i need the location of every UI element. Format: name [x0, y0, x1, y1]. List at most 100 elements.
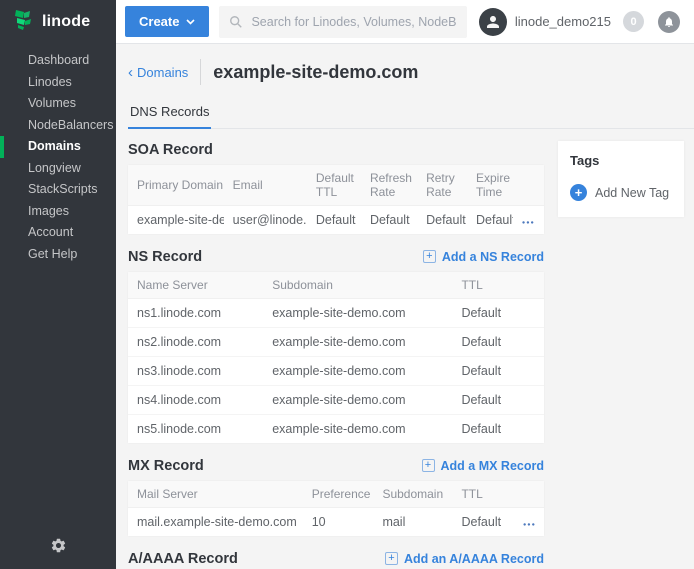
- row-actions-menu-button[interactable]: ●●●: [523, 522, 536, 528]
- ns-record-table: Name ServerSubdomainTTLns1.linode.comexa…: [128, 272, 544, 443]
- table-cell: user@linode.com: [224, 206, 307, 235]
- create-button[interactable]: Create: [125, 6, 209, 37]
- table-row: ns5.linode.comexample-site-demo.comDefau…: [128, 415, 544, 444]
- search-input[interactable]: [251, 15, 456, 29]
- sidebar-item-account[interactable]: Account: [0, 222, 116, 244]
- bell-icon: [663, 16, 675, 28]
- add-new-tag-button[interactable]: + Add New Tag: [570, 184, 672, 201]
- sidebar-item-domains[interactable]: Domains: [0, 136, 116, 158]
- mx-record-table: Mail ServerPreferenceSubdomainTTLmail.ex…: [128, 481, 544, 536]
- table-row: ns2.linode.comexample-site-demo.comDefau…: [128, 328, 544, 357]
- table-cell: example-site-demo.com: [263, 299, 452, 328]
- column-header: Name Server: [128, 272, 263, 299]
- ns-record-section: NS Record+Add a NS RecordName ServerSubd…: [128, 248, 544, 443]
- column-header: Retry Rate: [417, 165, 467, 206]
- create-button-label: Create: [139, 14, 179, 29]
- brand-name: linode: [42, 13, 90, 31]
- column-header: Mail Server: [128, 481, 303, 508]
- sidebar: linode DashboardLinodesVolumesNodeBalanc…: [0, 0, 116, 569]
- column-header: Email: [224, 165, 307, 206]
- table-cell: example-site-demo.com: [263, 415, 452, 444]
- table-cell: example-site-demo.com: [128, 206, 224, 235]
- table-cell: ns2.linode.com: [128, 328, 263, 357]
- section-title: A/AAAA Record: [128, 551, 238, 567]
- column-header-actions: [513, 165, 544, 206]
- column-header: TTL: [452, 272, 544, 299]
- mx-record-section: MX Record + Add a MX Record Mail ServerPref…: [128, 457, 544, 536]
- column-header-actions: [515, 481, 544, 508]
- table-cell: Default: [417, 206, 467, 235]
- table-cell: 10: [303, 508, 374, 537]
- breadcrumb-back-link[interactable]: ‹ Domains: [128, 65, 188, 80]
- row-actions-menu-button[interactable]: ●●●: [522, 220, 535, 226]
- add-new-tag-label: Add New Tag: [595, 186, 669, 200]
- chevron-left-icon: ‹: [128, 66, 133, 79]
- sidebar-item-images[interactable]: Images: [0, 201, 116, 223]
- soa-record-table: Primary DomainEmailDefault TTLRefresh Ra…: [128, 165, 544, 234]
- search-bar[interactable]: [219, 6, 466, 38]
- sidebar-item-get-help[interactable]: Get Help: [0, 244, 116, 266]
- table-cell: ns5.linode.com: [128, 415, 263, 444]
- column-header: Expire Time: [467, 165, 513, 206]
- user-menu[interactable]: linode_demo215: [479, 8, 611, 36]
- table-cell: Default: [452, 357, 544, 386]
- table-cell: Default: [452, 386, 544, 415]
- breadcrumb: ‹ Domains example-site-demo.com: [128, 58, 694, 86]
- table-row: ns1.linode.comexample-site-demo.comDefau…: [128, 299, 544, 328]
- page-title: example-site-demo.com: [213, 62, 418, 83]
- plus-circle-icon: +: [570, 184, 587, 201]
- sidebar-item-volumes[interactable]: Volumes: [0, 93, 116, 115]
- table-cell: example-site-demo.com: [263, 386, 452, 415]
- notification-count-badge[interactable]: 0: [623, 11, 644, 32]
- table-cell: ns1.linode.com: [128, 299, 263, 328]
- settings-gear-icon[interactable]: [0, 537, 116, 559]
- add-record-label: Add a MX Record: [441, 459, 545, 473]
- tab-dns-records[interactable]: DNS Records: [128, 98, 211, 129]
- breadcrumb-divider: [200, 59, 201, 85]
- sidebar-item-linodes[interactable]: Linodes: [0, 72, 116, 94]
- person-icon: [484, 13, 502, 31]
- section-title: NS Record: [128, 249, 202, 265]
- table-cell: ns3.linode.com: [128, 357, 263, 386]
- column-header: Default TTL: [307, 165, 361, 206]
- sidebar-item-dashboard[interactable]: Dashboard: [0, 50, 116, 72]
- column-header: Refresh Rate: [361, 165, 417, 206]
- notifications-bell-button[interactable]: [658, 11, 680, 33]
- add-ns-record-button[interactable]: +Add a NS Record: [423, 250, 544, 264]
- column-header: TTL: [452, 481, 514, 508]
- section-title: MX Record: [128, 458, 204, 474]
- tags-panel: Tags + Add New Tag: [558, 141, 684, 217]
- table-row: ns4.linode.comexample-site-demo.comDefau…: [128, 386, 544, 415]
- sidebar-item-stackscripts[interactable]: StackScripts: [0, 179, 116, 201]
- table-cell: mail.example-site-demo.com: [128, 508, 303, 537]
- tab-bar: DNS Records: [128, 98, 694, 129]
- linode-logo[interactable]: linode: [0, 0, 116, 44]
- add-a-record-button[interactable]: +Add an A/AAAA Record: [385, 552, 544, 566]
- table-cell: Default: [452, 299, 544, 328]
- column-header: Primary Domain: [128, 165, 224, 206]
- topbar: Create linode_demo215 0: [116, 0, 694, 44]
- add-record-label: Add an A/AAAA Record: [404, 552, 544, 566]
- search-icon: [229, 15, 243, 29]
- sidebar-item-nodebalancers[interactable]: NodeBalancers: [0, 115, 116, 137]
- avatar: [479, 8, 507, 36]
- linode-cloud-manager: linode DashboardLinodesVolumesNodeBalanc…: [0, 0, 694, 569]
- table-cell: Default: [307, 206, 361, 235]
- dns-records-panel: SOA RecordPrimary DomainEmailDefault TTL…: [128, 141, 544, 569]
- table-row: ns3.linode.comexample-site-demo.comDefau…: [128, 357, 544, 386]
- plus-square-icon: +: [422, 459, 435, 472]
- table-row: mail.example-site-demo.com10mailDefault●…: [128, 508, 544, 537]
- main-content: ‹ Domains example-site-demo.com DNS Reco…: [116, 44, 694, 569]
- chevron-down-icon: [186, 19, 195, 25]
- column-header: Preference: [303, 481, 374, 508]
- add-mx-record-button[interactable]: + Add a MX Record: [422, 459, 545, 473]
- sidebar-nav: DashboardLinodesVolumesNodeBalancersDoma…: [0, 44, 116, 265]
- column-header: Subdomain: [373, 481, 452, 508]
- table-cell: example-site-demo.com: [263, 328, 452, 357]
- plus-square-icon: +: [423, 250, 436, 263]
- sidebar-item-longview[interactable]: Longview: [0, 158, 116, 180]
- breadcrumb-back-label: Domains: [137, 65, 188, 80]
- table-row: example-site-demo.comuser@linode.comDefa…: [128, 206, 544, 235]
- a-record-section: A/AAAA Record+Add an A/AAAA RecordHostna…: [128, 550, 544, 569]
- username: linode_demo215: [515, 14, 611, 29]
